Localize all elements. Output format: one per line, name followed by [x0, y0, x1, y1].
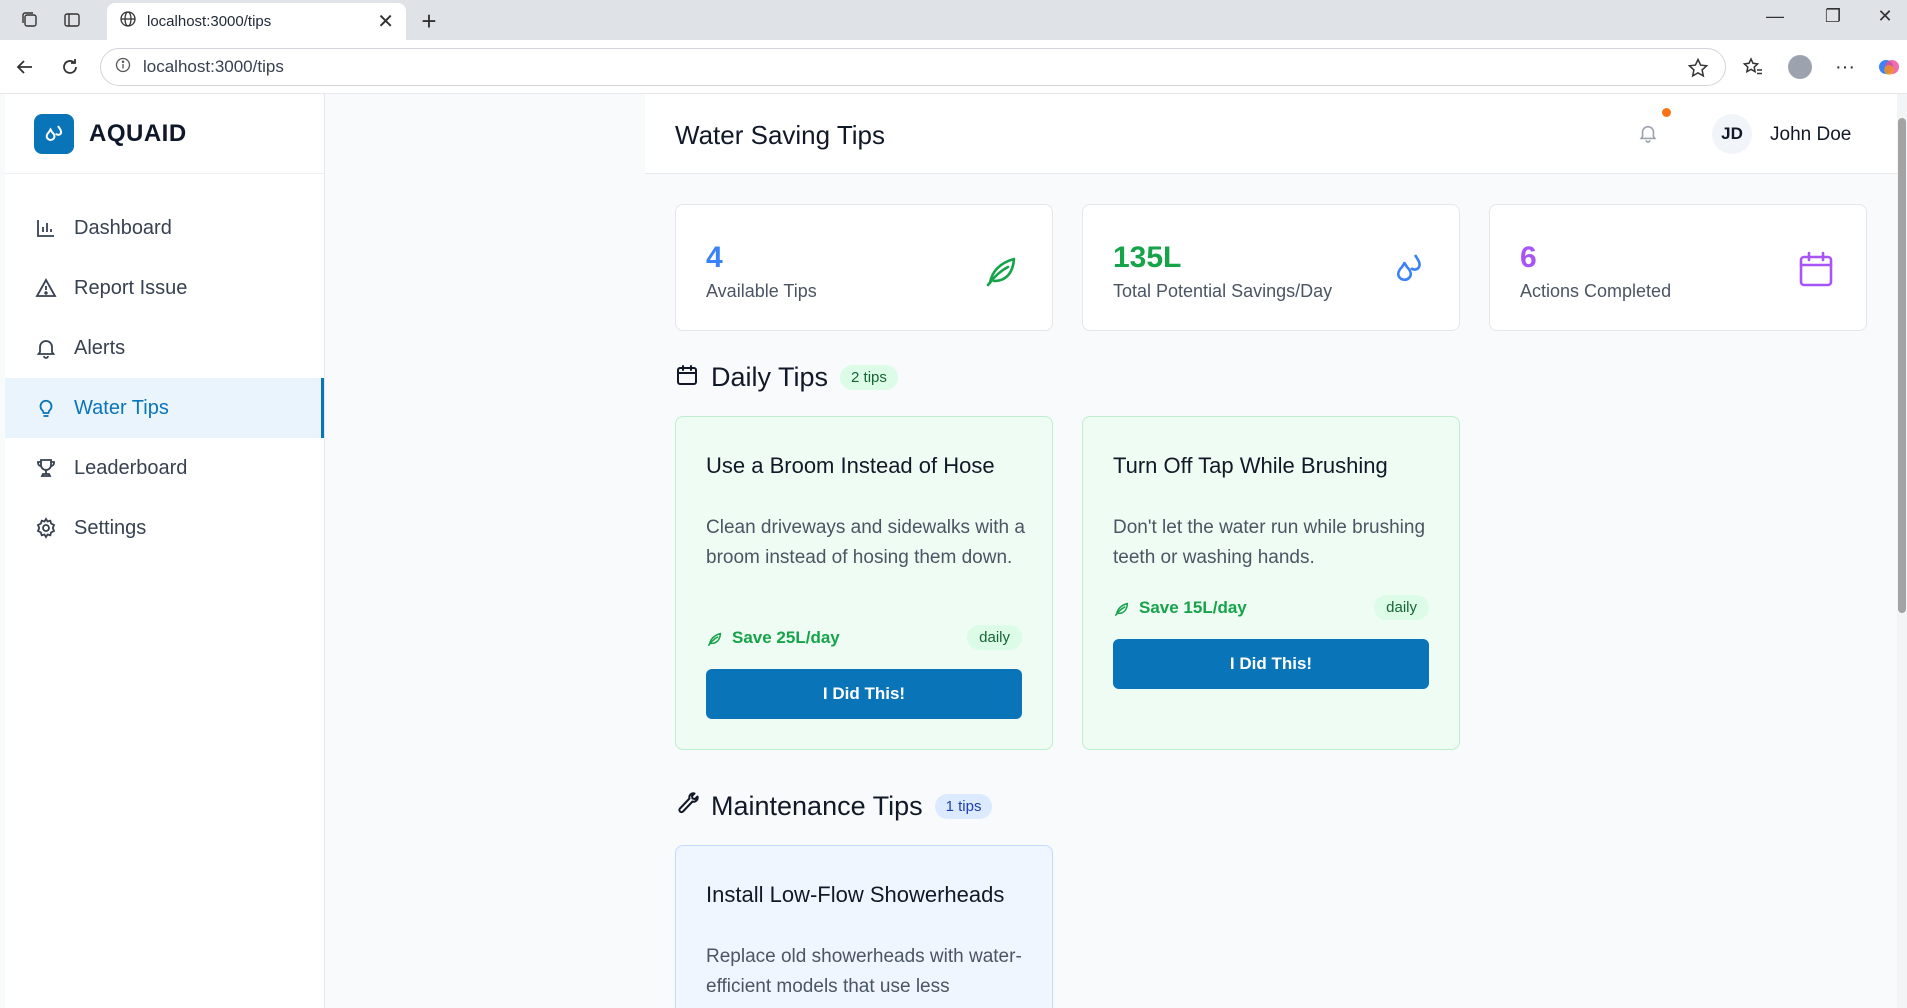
restore-icon[interactable]: ❐: [1818, 6, 1848, 27]
tip-card: Turn Off Tap While Brushing Don't let th…: [1082, 416, 1460, 750]
avatar[interactable]: JD: [1712, 114, 1752, 154]
tip-count-badge: 1 tips: [934, 794, 993, 819]
favorite-star-icon[interactable]: [1687, 57, 1709, 84]
new-tab-icon[interactable]: +: [414, 6, 444, 37]
tip-savings-text: Save 25L/day: [732, 627, 840, 647]
tip-description: Don't let the water run while brushing t…: [1113, 517, 1426, 568]
sidebar-item-label: Water Tips: [74, 396, 169, 419]
sidebar-item-alerts[interactable]: Alerts: [5, 318, 324, 378]
trophy-icon: [34, 456, 58, 480]
sidebar: AQUAID Dashboard Report Issue Alerts Wat…: [5, 94, 325, 1008]
url-text: localhost:3000/tips: [143, 57, 284, 76]
sidebar-item-label: Dashboard: [74, 216, 172, 239]
tip-title: Use a Broom Instead of Hose: [706, 453, 995, 478]
stat-value: 4: [706, 241, 723, 274]
notification-dot: [1662, 108, 1671, 117]
scrollbar-thumb[interactable]: [1898, 118, 1906, 613]
sidebar-item-settings[interactable]: Settings: [5, 498, 324, 558]
site-info-icon[interactable]: [115, 57, 131, 78]
leaf-icon: [707, 632, 722, 646]
minimize-icon[interactable]: —: [1760, 6, 1790, 27]
url-field[interactable]: localhost:3000/tips: [100, 48, 1726, 86]
sidebar-item-label: Settings: [74, 516, 147, 539]
address-bar-row: localhost:3000/tips ···: [0, 40, 1907, 94]
back-icon[interactable]: [12, 54, 38, 80]
notification-bell-icon[interactable]: [1635, 120, 1661, 146]
i-did-this-button[interactable]: I Did This!: [1113, 639, 1429, 689]
more-options-icon[interactable]: ···: [1832, 54, 1858, 80]
reload-icon[interactable]: [57, 54, 83, 80]
close-tab-icon[interactable]: ✕: [377, 9, 394, 34]
page-header: Water Saving Tips JD John Doe: [645, 94, 1897, 174]
stat-label: Available Tips: [706, 281, 817, 301]
globe-icon: [119, 10, 137, 33]
sidebar-item-label: Leaderboard: [74, 456, 188, 479]
tip-card: Install Low-Flow Showerheads Replace old…: [675, 845, 1053, 1008]
stat-value: 6: [1520, 241, 1537, 274]
stat-card-actions: 6 Actions Completed: [1489, 204, 1867, 331]
leaf-icon: [1114, 602, 1129, 616]
tab-actions-icon[interactable]: [60, 8, 84, 32]
brand-name: AQUAID: [89, 119, 187, 147]
user-name[interactable]: John Doe: [1770, 124, 1851, 146]
workspaces-icon[interactable]: [18, 8, 42, 32]
calendar-icon: [675, 363, 699, 392]
page-title: Water Saving Tips: [675, 120, 886, 150]
calendar-icon: [1796, 249, 1836, 289]
browser-tab-bar: localhost:3000/tips ✕ + — ❐ ✕: [0, 0, 1907, 40]
tip-title: Install Low-Flow Showerheads: [706, 882, 1005, 907]
stat-card-savings: 135L Total Potential Savings/Day: [1082, 204, 1460, 331]
profile-icon[interactable]: [1787, 54, 1813, 80]
stat-card-available-tips: 4 Available Tips: [675, 204, 1053, 331]
section-title: Daily Tips: [711, 362, 829, 392]
close-window-icon[interactable]: ✕: [1870, 6, 1900, 27]
tip-title: Turn Off Tap While Brushing: [1113, 453, 1388, 478]
tab-title: localhost:3000/tips: [147, 13, 272, 30]
tip-count-badge: 2 tips: [840, 365, 898, 390]
tip-description: Replace old showerheads with water-effic…: [706, 946, 1022, 997]
sidebar-item-label: Alerts: [74, 336, 126, 359]
section-title: Maintenance Tips: [711, 791, 923, 821]
wrench-icon: [675, 792, 699, 821]
tip-savings-text: Save 15L/day: [1139, 597, 1247, 617]
sidebar-item-leaderboard[interactable]: Leaderboard: [5, 438, 324, 498]
sidebar-item-water-tips[interactable]: Water Tips: [5, 378, 324, 438]
tip-savings-row: Save 25L/day daily: [706, 625, 1022, 650]
tip-description: Clean driveways and sidewalks with a bro…: [706, 517, 1025, 568]
stat-label: Actions Completed: [1520, 281, 1672, 301]
i-did-this-button[interactable]: I Did This!: [706, 669, 1022, 719]
daily-tips-header: Daily Tips 2 tips: [675, 362, 898, 393]
droplets-icon: [1389, 249, 1429, 289]
tip-card: Use a Broom Instead of Hose Clean drivew…: [675, 416, 1053, 750]
sidebar-item-label: Report Issue: [74, 276, 188, 299]
bar-chart-icon: [34, 216, 58, 240]
favorites-icon[interactable]: [1740, 54, 1766, 80]
lightbulb-icon: [34, 396, 58, 420]
stat-label: Total Potential Savings/Day: [1113, 281, 1333, 301]
warning-triangle-icon: [34, 276, 58, 300]
sidebar-nav: Dashboard Report Issue Alerts Water Tips…: [5, 198, 324, 558]
tip-savings: Save 25L/day: [706, 628, 840, 648]
frequency-badge: daily: [967, 625, 1022, 650]
bell-icon: [34, 336, 58, 360]
sidebar-item-dashboard[interactable]: Dashboard: [5, 198, 324, 258]
brand[interactable]: AQUAID: [5, 94, 324, 174]
frequency-badge: daily: [1374, 595, 1429, 620]
tip-savings-row: Save 15L/day daily: [1113, 595, 1429, 620]
leaf-icon: [982, 249, 1022, 289]
maintenance-tips-header: Maintenance Tips 1 tips: [675, 791, 993, 822]
tip-savings: Save 15L/day: [1113, 598, 1247, 618]
gear-icon: [34, 516, 58, 540]
water-drops-logo-icon: [34, 113, 74, 154]
sidebar-item-report-issue[interactable]: Report Issue: [5, 258, 324, 318]
copilot-icon[interactable]: [1876, 54, 1902, 80]
browser-tab[interactable]: localhost:3000/tips ✕: [107, 3, 406, 40]
stat-value: 135L: [1113, 241, 1182, 274]
